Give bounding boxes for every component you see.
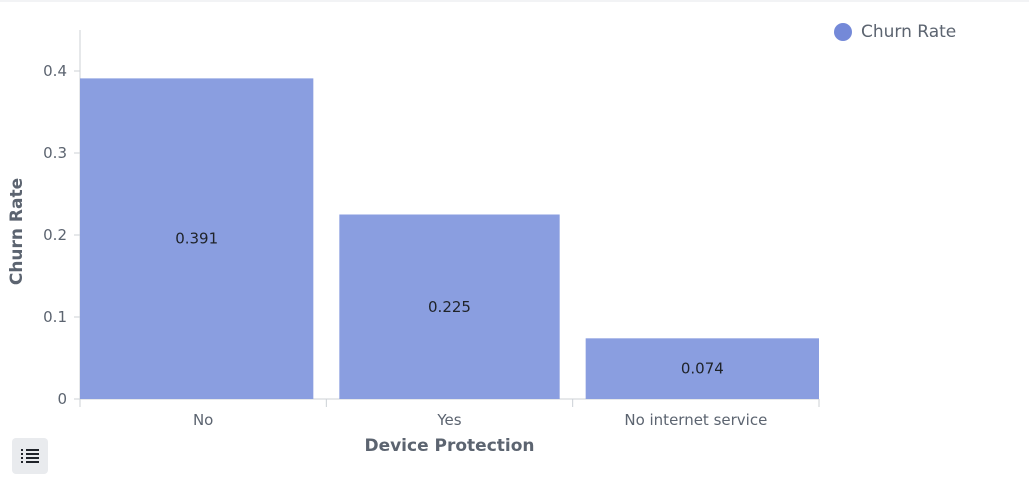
y-tick-label: 0.1	[43, 308, 67, 326]
legend[interactable]: Churn Rate	[834, 22, 956, 42]
y-tick-label: 0	[57, 390, 67, 408]
legend-label: Churn Rate	[861, 22, 957, 42]
x-tick-label: Yes	[436, 411, 461, 429]
x-tick-label: No internet service	[624, 411, 767, 429]
bar-chart: 0 0.1 0.2 0.3 0.4 0.391 No 0.225 Yes 0.074 No inte…	[7, 30, 820, 456]
x-axis-title: Device Protection	[364, 436, 534, 456]
bar-value-label: 0.225	[428, 298, 471, 316]
list-icon	[21, 449, 39, 463]
legend-swatch	[834, 23, 852, 41]
bar-value-label: 0.391	[175, 230, 218, 248]
y-axis-title: Churn Rate	[7, 178, 27, 285]
y-tick-label: 0.4	[43, 62, 67, 80]
x-tick-label: No	[193, 411, 213, 429]
data-view-button[interactable]	[12, 438, 48, 474]
y-tick-label: 0.2	[43, 226, 67, 244]
bar-value-label: 0.074	[681, 360, 724, 378]
y-tick-label: 0.3	[43, 144, 67, 162]
